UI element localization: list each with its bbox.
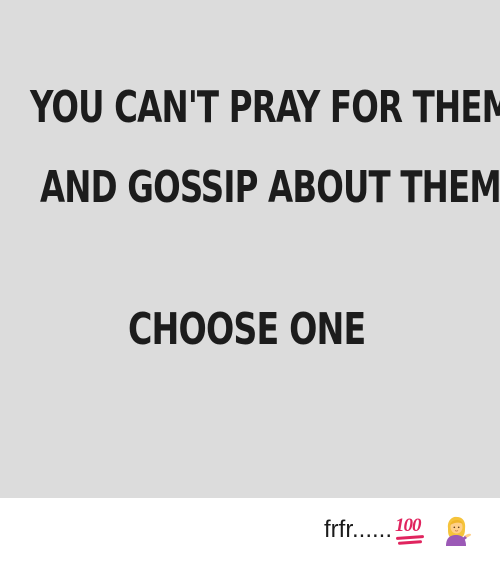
- meme-image: YOU CAN'T PRAY FOR THEM AND GOSSIP ABOUT…: [0, 0, 500, 498]
- person-tipping-hand-icon: [446, 516, 472, 546]
- meme-text-line-1: YOU CAN'T PRAY FOR THEM: [30, 82, 500, 133]
- caption-row: frfr...... 100: [324, 510, 472, 550]
- hundred-points-icon: 100: [394, 515, 428, 545]
- caption-area: frfr...... 100: [0, 498, 500, 566]
- meme-text-line-2: AND GOSSIP ABOUT THEM: [40, 162, 500, 213]
- caption-text: frfr......: [324, 516, 393, 543]
- meme-text-line-3: CHOOSE ONE: [128, 304, 366, 355]
